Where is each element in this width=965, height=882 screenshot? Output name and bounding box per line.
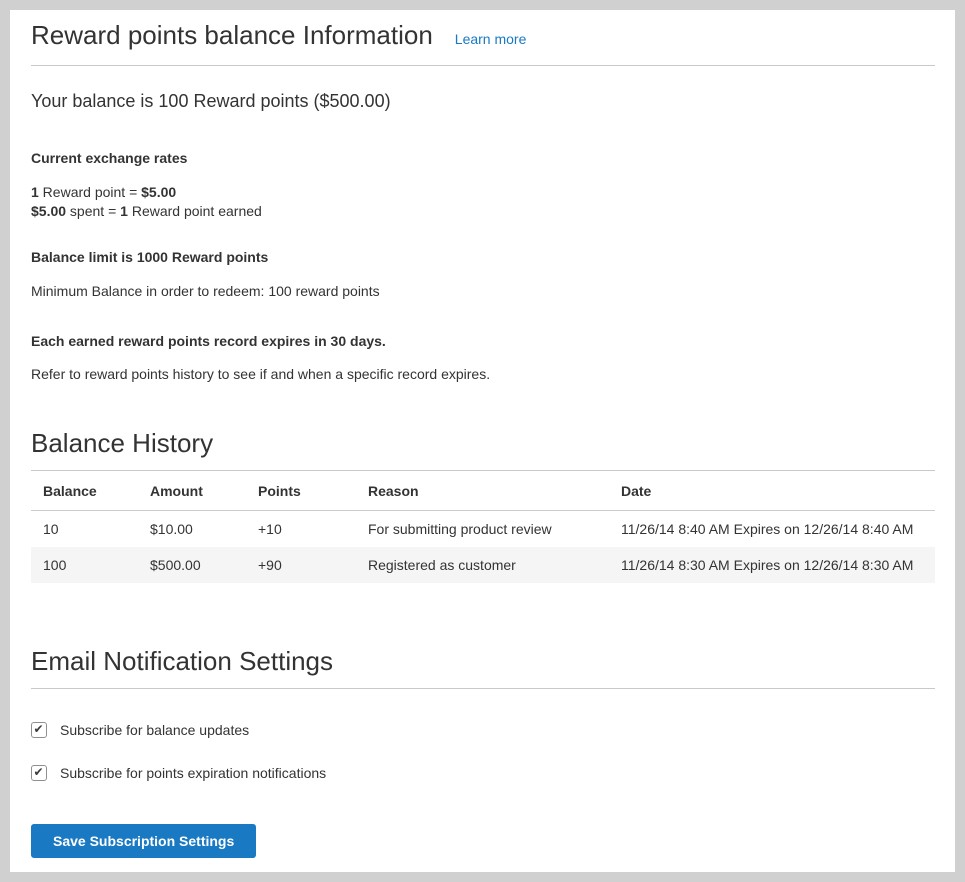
col-header-balance: Balance <box>31 471 138 511</box>
balance-history-table: Balance Amount Points Reason Date 10 $10… <box>31 471 935 583</box>
balance-updates-label: Subscribe for balance updates <box>60 722 249 738</box>
reward-balance-card: Reward points balance Information Learn m… <box>10 10 955 872</box>
cell-balance: 10 <box>31 511 138 548</box>
balance-summary: Your balance is 100 Reward points ($500.… <box>31 91 935 112</box>
points-expiration-label: Subscribe for points expiration notifica… <box>60 765 326 781</box>
balance-history-section: Balance History Balance Amount Points Re… <box>31 428 935 583</box>
col-header-amount: Amount <box>138 471 246 511</box>
rate-line-point-to-money: 1 Reward point = $5.00 <box>31 183 935 202</box>
table-row: 100 $500.00 +90 Registered as customer 1… <box>31 547 935 583</box>
email-settings-section: Email Notification Settings Subscribe fo… <box>31 646 935 858</box>
balance-history-heading: Balance History <box>31 428 935 471</box>
expiry-note: Refer to reward points history to see if… <box>31 365 935 384</box>
balance-updates-checkbox[interactable] <box>31 722 47 738</box>
rate-text: spent = <box>66 203 120 219</box>
page-title: Reward points balance Information <box>31 20 433 50</box>
cell-amount: $500.00 <box>138 547 246 583</box>
rate-value: $5.00 <box>31 203 66 219</box>
rate-text: Reward point earned <box>128 203 262 219</box>
cell-balance: 100 <box>31 547 138 583</box>
col-header-date: Date <box>609 471 935 511</box>
cell-points: +90 <box>246 547 356 583</box>
minimum-balance-text: Minimum Balance in order to redeem: 100 … <box>31 282 935 301</box>
page-header: Reward points balance Information Learn m… <box>31 10 935 66</box>
learn-more-link[interactable]: Learn more <box>455 31 527 47</box>
cell-reason: For submitting product review <box>356 511 609 548</box>
exchange-rates-heading: Current exchange rates <box>31 149 935 168</box>
page-background: { "page": { "title": "Reward points bala… <box>0 0 965 882</box>
balance-limit-heading: Balance limit is 1000 Reward points <box>31 248 935 267</box>
col-header-points: Points <box>246 471 356 511</box>
cell-date: 11/26/14 8:40 AM Expires on 12/26/14 8:4… <box>609 511 935 548</box>
cell-points: +10 <box>246 511 356 548</box>
points-expiration-checkbox[interactable] <box>31 765 47 781</box>
cell-amount: $10.00 <box>138 511 246 548</box>
rate-value: 1 <box>31 184 39 200</box>
cell-date: 11/26/14 8:30 AM Expires on 12/26/14 8:3… <box>609 547 935 583</box>
rate-line-money-to-point: $5.00 spent = 1 Reward point earned <box>31 202 935 221</box>
rate-value: $5.00 <box>141 184 176 200</box>
rate-text: Reward point = <box>39 184 141 200</box>
email-settings-heading: Email Notification Settings <box>31 646 935 689</box>
cell-reason: Registered as customer <box>356 547 609 583</box>
col-header-reason: Reason <box>356 471 609 511</box>
table-row: 10 $10.00 +10 For submitting product rev… <box>31 511 935 548</box>
rate-value: 1 <box>120 203 128 219</box>
save-subscription-button[interactable]: Save Subscription Settings <box>31 824 256 858</box>
exchange-rate-lines: 1 Reward point = $5.00 $5.00 spent = 1 R… <box>31 183 935 221</box>
points-expiration-option[interactable]: Subscribe for points expiration notifica… <box>31 765 326 781</box>
expiry-heading: Each earned reward points record expires… <box>31 332 935 351</box>
table-header-row: Balance Amount Points Reason Date <box>31 471 935 511</box>
balance-updates-option[interactable]: Subscribe for balance updates <box>31 722 249 738</box>
